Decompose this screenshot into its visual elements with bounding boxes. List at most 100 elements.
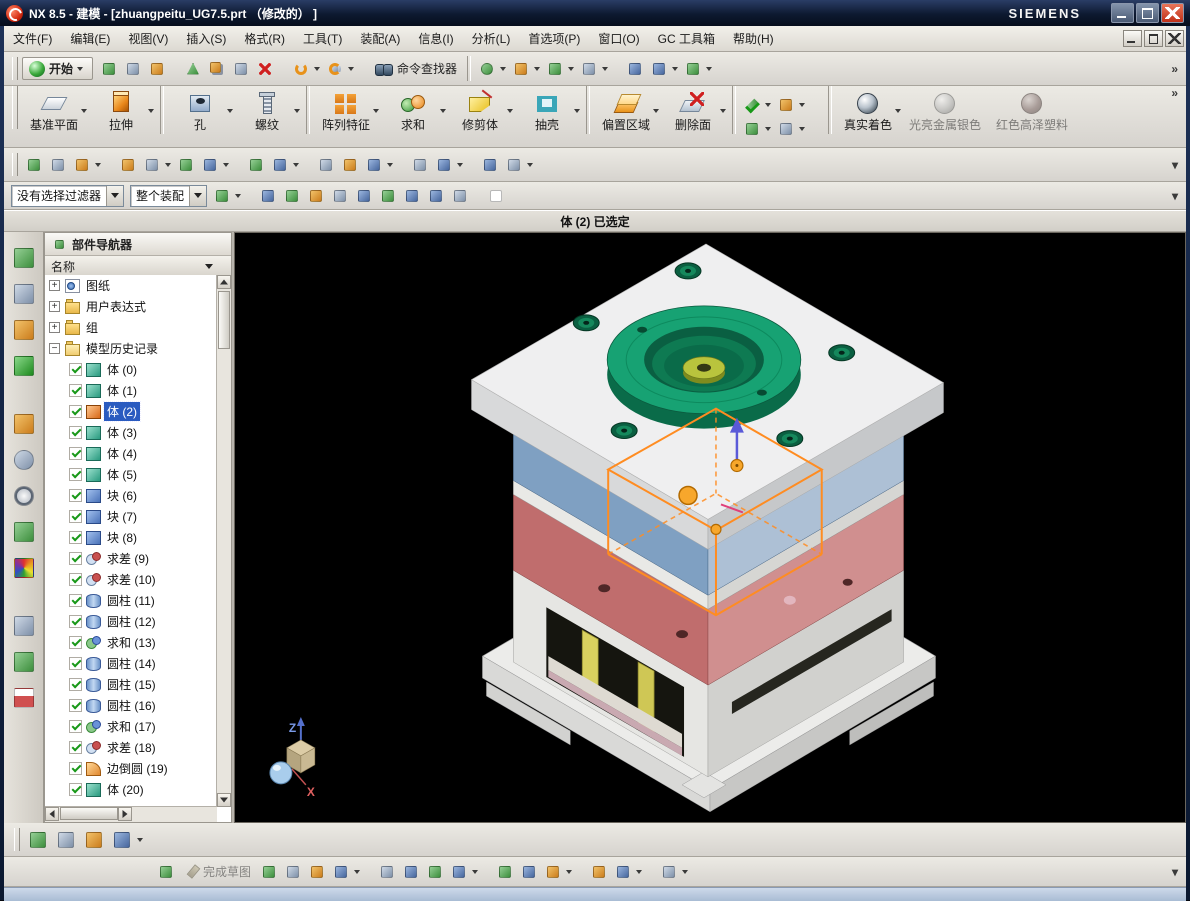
more-curves-icon[interactable] <box>658 861 680 883</box>
dropdown-arrow-icon[interactable] <box>314 67 320 71</box>
toolbar-grip[interactable] <box>12 86 18 129</box>
make-corner-icon[interactable] <box>542 861 564 883</box>
cut-icon[interactable] <box>182 58 204 80</box>
intersect-tool-icon[interactable] <box>363 154 385 176</box>
feature-checkbox[interactable] <box>69 384 82 397</box>
hole-button[interactable]: 孔 <box>168 86 235 147</box>
tree-item[interactable]: 圆柱 (12) <box>45 611 217 632</box>
menu-item[interactable]: 编辑(E) <box>61 26 119 51</box>
dimension-tool-icon[interactable] <box>612 861 634 883</box>
dropdown-arrow-icon[interactable] <box>148 109 154 113</box>
dropdown-arrow-icon[interactable] <box>799 127 805 131</box>
palette-dots-icon[interactable] <box>109 827 135 853</box>
center-snap-icon[interactable] <box>353 185 375 207</box>
tree-item[interactable]: +用户表达式 <box>45 296 217 317</box>
hd3d-tools-icon[interactable] <box>10 410 38 438</box>
true-shading-button[interactable]: 真实着色 <box>836 86 903 147</box>
metal-silver-button[interactable]: 光亮金属银色 <box>903 86 990 147</box>
tree-item[interactable]: 求差 (18) <box>45 737 217 758</box>
command-finder-button[interactable]: 命令查找器 <box>369 60 463 77</box>
shell-button[interactable]: 抽壳 <box>515 86 582 147</box>
expand-toggle[interactable]: + <box>49 280 60 291</box>
extrude-tool-icon[interactable] <box>117 154 139 176</box>
menu-item[interactable]: 信息(I) <box>409 26 462 51</box>
dropdown-arrow-icon[interactable] <box>348 67 354 71</box>
finish-sketch-button[interactable]: 完成草图 <box>184 863 251 880</box>
menu-item[interactable]: 格式(R) <box>235 26 294 51</box>
datum-plane-button[interactable]: 基准平面 <box>22 86 89 147</box>
feature-checkbox[interactable] <box>69 468 82 481</box>
toolbar-overflow-button[interactable]: » <box>1167 62 1182 76</box>
revolve-tool-icon[interactable] <box>141 154 163 176</box>
subtract-tool-icon[interactable] <box>339 154 361 176</box>
pattern-tool-icon[interactable] <box>409 154 431 176</box>
toolbar-overflow-button[interactable]: ▾ <box>1168 189 1182 203</box>
roles-palette-icon[interactable] <box>10 612 38 640</box>
assembly-navigator-icon[interactable] <box>10 244 38 272</box>
constraint-tool-icon[interactable] <box>588 861 610 883</box>
dropdown-arrow-icon[interactable] <box>527 163 533 167</box>
selection-filter-dropdown[interactable]: 没有选择过滤器 <box>11 185 124 207</box>
unite-button[interactable]: 求和 <box>381 86 448 147</box>
menu-item[interactable]: 文件(F) <box>4 26 61 51</box>
tree-item[interactable]: 体 (1) <box>45 380 217 401</box>
dropdown-arrow-icon[interactable] <box>472 870 478 874</box>
perpendicular-snap-icon[interactable] <box>281 185 303 207</box>
dropdown-arrow-icon[interactable] <box>294 109 300 113</box>
feature-checkbox[interactable] <box>69 657 82 670</box>
trim-body-button[interactable]: 修剪体 <box>448 86 515 147</box>
tree-item[interactable]: 圆柱 (15) <box>45 674 217 695</box>
tree-item[interactable]: 求差 (10) <box>45 569 217 590</box>
scene-fl-icon[interactable] <box>53 827 79 853</box>
red-plastic-button[interactable]: 红色高泽塑料 <box>990 86 1077 147</box>
feature-checkbox[interactable] <box>69 573 82 586</box>
line-tool-icon[interactable] <box>282 861 304 883</box>
sketch-grid-icon[interactable] <box>155 861 177 883</box>
tree-item[interactable]: 圆柱 (11) <box>45 590 217 611</box>
scroll-down-button[interactable] <box>217 793 231 807</box>
menu-item[interactable]: 插入(S) <box>177 26 235 51</box>
zoom-area-icon[interactable] <box>648 58 670 80</box>
feature-checkbox[interactable] <box>69 405 82 418</box>
layout-mk-icon[interactable] <box>81 827 107 853</box>
tree-item[interactable]: 圆柱 (16) <box>45 695 217 716</box>
dropdown-arrow-icon[interactable] <box>706 67 712 71</box>
expand-toggle[interactable]: + <box>49 322 60 333</box>
tangent-snap-icon[interactable] <box>305 185 327 207</box>
paste-icon[interactable] <box>230 58 252 80</box>
menu-item[interactable]: GC 工具箱 <box>649 26 724 51</box>
mdi-restore-button[interactable] <box>1144 30 1163 47</box>
restore-button[interactable] <box>1136 3 1159 23</box>
rotate-handle[interactable] <box>711 524 721 534</box>
profile-curve-icon[interactable] <box>258 861 280 883</box>
feature-checkbox[interactable] <box>69 510 82 523</box>
undo-icon[interactable] <box>290 58 312 80</box>
fit-grid-icon[interactable] <box>510 58 532 80</box>
extrude-button[interactable]: 拉伸 <box>89 86 156 147</box>
dropdown-arrow-icon[interactable] <box>534 67 540 71</box>
menu-item[interactable]: 帮助(H) <box>724 26 783 51</box>
edit-section-icon[interactable] <box>741 118 763 140</box>
dropdown-arrow-icon[interactable] <box>457 163 463 167</box>
dropdown-arrow-icon[interactable] <box>568 67 574 71</box>
scene-new-icon[interactable] <box>25 827 51 853</box>
dropdown-arrow-icon[interactable] <box>293 163 299 167</box>
save-icon[interactable] <box>146 58 168 80</box>
tree-item[interactable]: 体 (2) <box>45 401 217 422</box>
dropdown-arrow-icon[interactable] <box>81 109 87 113</box>
dropdown-arrow-icon[interactable] <box>500 67 506 71</box>
line-angle-snap-icon[interactable] <box>257 185 279 207</box>
verify-check-icon[interactable] <box>741 94 763 116</box>
tree-item[interactable]: 体 (5) <box>45 464 217 485</box>
origin-handle[interactable] <box>679 486 697 504</box>
graphics-window[interactable]: Z X <box>234 232 1186 823</box>
pattern-face-icon[interactable] <box>775 94 797 116</box>
toolbar-overflow-button[interactable]: » <box>1167 86 1182 147</box>
grid-table-icon[interactable] <box>485 185 507 207</box>
boss-tool-icon[interactable] <box>199 154 221 176</box>
scroll-up-button[interactable] <box>217 275 231 289</box>
menu-item[interactable]: 窗口(O) <box>589 26 648 51</box>
close-button[interactable] <box>1161 3 1184 23</box>
tree-item[interactable]: 块 (7) <box>45 506 217 527</box>
hole-tool-icon[interactable] <box>175 154 197 176</box>
